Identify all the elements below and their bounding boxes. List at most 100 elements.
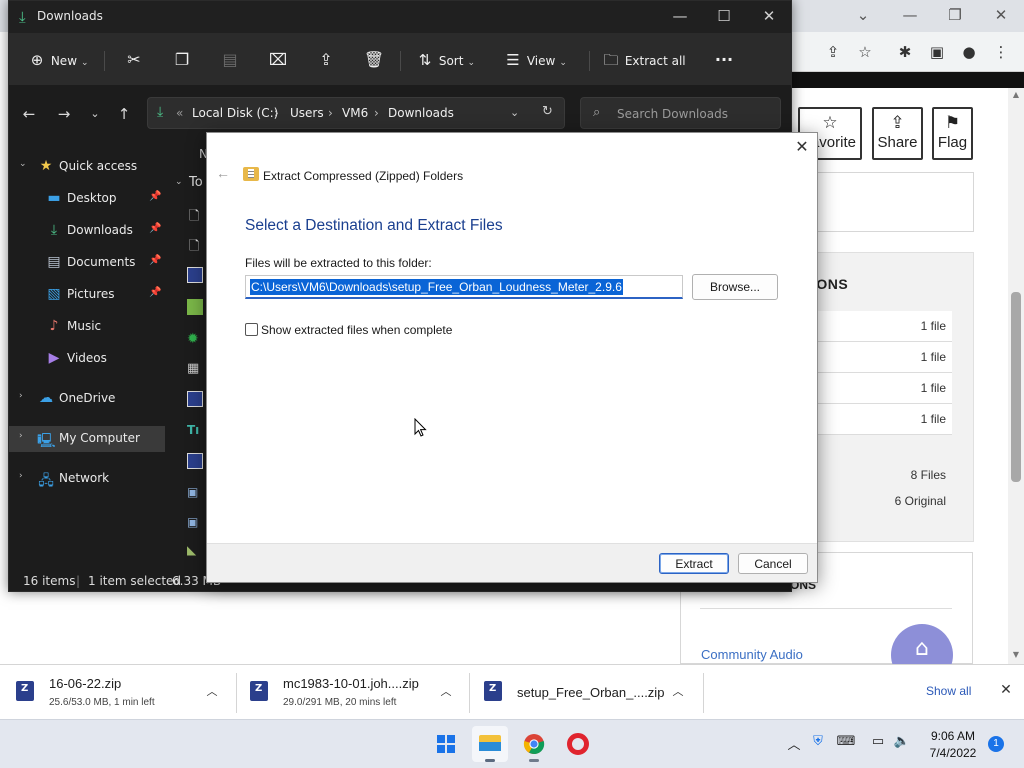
close-icon[interactable]: ✕ <box>996 681 1016 698</box>
download-item[interactable]: 16-06-22.zip 25.6/53.0 MB, 1 min left ︿ <box>16 665 236 720</box>
nav-videos[interactable]: ▶ Videos <box>9 346 165 372</box>
more-options-icon[interactable]: ··· <box>710 47 738 73</box>
paste-icon[interactable]: ▤ <box>216 47 244 73</box>
cancel-button[interactable]: Cancel <box>738 553 808 574</box>
show-extracted-files-label[interactable]: Show extracted files when complete <box>261 323 452 337</box>
taskbar-file-explorer[interactable] <box>472 726 508 762</box>
nav-network[interactable]: › 🖧 Network <box>9 466 165 492</box>
share-icon[interactable]: ⇪ <box>312 47 340 73</box>
search-input[interactable] <box>617 104 775 124</box>
bookmark-star-icon[interactable]: ☆ <box>854 41 876 63</box>
app-file-icon[interactable]: Tı <box>187 423 199 437</box>
file-row[interactable]: 1 file <box>812 342 952 373</box>
forward-arrow-icon[interactable]: → <box>52 103 76 125</box>
file-icon[interactable]: ◣ <box>187 543 196 557</box>
breadcrumb-downloads[interactable]: Downloads <box>388 106 454 120</box>
pin-icon[interactable]: 📌 <box>149 191 161 202</box>
nav-downloads[interactable]: ⤓ Downloads 📌 <box>9 218 165 244</box>
breadcrumb-vm6[interactable]: VM6 <box>342 106 368 120</box>
explorer-minimize-button[interactable]: — <box>665 5 695 27</box>
pin-icon[interactable]: 📌 <box>149 255 161 266</box>
clock-time[interactable]: 9:06 AM <box>918 729 988 743</box>
nav-music[interactable]: ♪ Music <box>9 314 165 340</box>
cut-icon[interactable]: ✂ <box>120 47 148 73</box>
chevron-up-icon[interactable]: ︿ <box>204 683 220 699</box>
delete-icon[interactable]: 🗑 <box>360 47 388 73</box>
destination-path-selection[interactable]: C:\Users\VM6\Downloads\setup_Free_Orban_… <box>250 279 623 295</box>
view-button[interactable]: ☰ View ⌄ <box>503 47 567 73</box>
notification-badge[interactable]: 1 <box>988 736 1004 752</box>
scroll-up-icon[interactable]: ▲ <box>1010 90 1022 99</box>
group-header[interactable]: To <box>189 175 203 190</box>
rename-icon[interactable]: ⌧ <box>264 47 292 73</box>
pin-icon[interactable]: 📌 <box>149 287 161 298</box>
start-button[interactable] <box>428 726 464 762</box>
refresh-icon[interactable]: ↻ <box>542 104 553 119</box>
original-files-link[interactable]: 6 Original <box>812 494 946 508</box>
extensions-puzzle-icon[interactable]: ✱ <box>894 41 916 63</box>
page-scroll-thumb[interactable] <box>1011 292 1021 482</box>
video-file-icon[interactable]: ▣ <box>187 515 198 529</box>
nav-desktop[interactable]: ▬ Desktop 📌 <box>9 186 165 212</box>
group-chevron-icon[interactable]: ⌄ <box>175 177 183 187</box>
breadcrumb-users[interactable]: Users <box>290 106 324 120</box>
volume-icon[interactable]: 🔈 <box>892 734 912 749</box>
app-file-icon[interactable]: ✹ <box>187 331 199 347</box>
video-file-icon[interactable]: ▣ <box>187 485 198 499</box>
community-audio-link[interactable]: Community Audio <box>701 647 803 662</box>
image-file-icon[interactable] <box>187 299 203 315</box>
file-row[interactable]: 1 file <box>812 311 952 342</box>
profile-avatar-icon[interactable]: ● <box>958 41 980 63</box>
clock-date[interactable]: 7/4/2022 <box>918 746 988 760</box>
nav-onedrive[interactable]: › ☁ OneDrive <box>9 386 165 412</box>
address-bar[interactable]: ⤓ « Local Disk (C:) › Users › VM6 › Down… <box>147 97 565 129</box>
back-arrow-icon[interactable]: ← <box>213 165 233 185</box>
share-button[interactable]: ⇪ Share <box>872 107 923 160</box>
file-icon[interactable]: 🗋 <box>189 207 199 229</box>
taskbar-chrome[interactable] <box>516 726 552 762</box>
keyboard-icon[interactable]: ⌨ <box>836 734 856 749</box>
security-shield-icon[interactable]: ⛨ <box>808 734 828 749</box>
recent-locations-chevron-icon[interactable]: ⌄ <box>83 103 107 125</box>
nav-documents[interactable]: ▤ Documents 📌 <box>9 250 165 276</box>
chevron-up-icon[interactable]: ︿ <box>670 683 686 699</box>
share-page-icon[interactable]: ⇪ <box>822 41 844 63</box>
zip-file-icon[interactable] <box>187 391 203 407</box>
taskbar-opera[interactable] <box>560 726 596 762</box>
search-box[interactable]: ⌕ <box>580 97 781 129</box>
address-history-chevron-icon[interactable]: ⌄ <box>510 106 519 119</box>
nav-my-computer[interactable]: › 🖳 My Computer <box>9 426 165 452</box>
zip-file-icon[interactable] <box>187 267 203 283</box>
new-button[interactable]: ⊕ New ⌄ <box>27 47 89 73</box>
explorer-close-button[interactable]: ✕ <box>754 5 784 27</box>
file-icon[interactable]: 🗋 <box>189 237 199 259</box>
nav-pictures[interactable]: ▧ Pictures 📌 <box>9 282 165 308</box>
sort-button[interactable]: ⇅ Sort ⌄ <box>415 47 475 73</box>
browser-minimize-button[interactable]: — <box>897 4 923 26</box>
breadcrumb-overflow-icon[interactable]: « <box>176 106 183 120</box>
up-arrow-icon[interactable]: ↑ <box>112 103 136 125</box>
file-row[interactable]: 1 file <box>812 373 952 404</box>
flag-button[interactable]: ⚑ Flag <box>932 107 973 160</box>
nav-quick-access[interactable]: ⌄ ★ Quick access <box>9 154 165 180</box>
browser-restore-button[interactable]: ❐ <box>942 4 968 26</box>
installer-file-icon[interactable]: ▦ <box>187 361 199 376</box>
explorer-maximize-button[interactable]: ☐ <box>709 5 739 27</box>
copy-icon[interactable]: ❐ <box>168 47 196 73</box>
zip-file-icon[interactable] <box>187 453 203 469</box>
browser-close-button[interactable]: ✕ <box>988 4 1014 26</box>
pin-icon[interactable]: 📌 <box>149 223 161 234</box>
breadcrumb-local-disk[interactable]: Local Disk (C:) <box>192 106 278 120</box>
extract-button[interactable]: Extract <box>659 553 729 574</box>
scroll-down-icon[interactable]: ▼ <box>1010 650 1022 659</box>
browse-button[interactable]: Browse... <box>692 274 778 300</box>
download-item[interactable]: mc1983-10-01.joh....zip 29.0/291 MB, 20 … <box>250 665 470 720</box>
download-item[interactable]: setup_Free_Orban_....zip ︿ <box>484 665 704 720</box>
total-files-link[interactable]: 8 Files <box>812 468 946 482</box>
display-icon[interactable]: ▭ <box>868 734 888 749</box>
browser-menu-icon[interactable]: ⋮ <box>990 41 1012 63</box>
show-extracted-files-checkbox[interactable] <box>245 323 258 336</box>
file-row[interactable]: 1 file <box>812 404 952 435</box>
show-hidden-icons-chevron-icon[interactable]: ︿ <box>784 734 804 753</box>
tab-search-chevron-icon[interactable]: ⌄ <box>850 4 876 26</box>
